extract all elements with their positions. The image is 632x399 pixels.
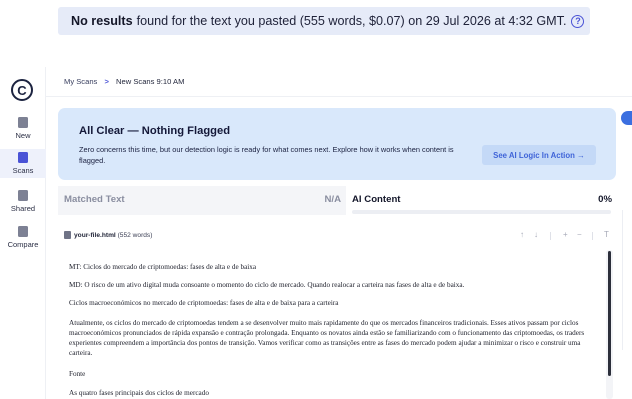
doc-paragraph: As quatro fases principais dos ciclos de… bbox=[69, 389, 209, 397]
new-doc-icon bbox=[18, 117, 28, 128]
see-ai-logic-button[interactable]: See AI Logic In Action → bbox=[482, 145, 596, 165]
sidebar-item-label: Compare bbox=[7, 240, 39, 249]
divider bbox=[550, 232, 551, 240]
tab-value: 0% bbox=[598, 194, 612, 205]
breadcrumb-root[interactable]: My Scans bbox=[64, 77, 97, 86]
tab-matched-text[interactable]: Matched Text N/A bbox=[58, 186, 346, 210]
arrow-up-icon[interactable]: ↑ bbox=[520, 230, 524, 239]
scans-icon bbox=[18, 152, 28, 163]
sidebar-item-compare[interactable]: Compare bbox=[0, 226, 46, 249]
compare-icon bbox=[18, 226, 28, 237]
sidebar-item-label: Shared bbox=[10, 204, 36, 213]
banner-text: found for the text you pasted (555 words… bbox=[136, 14, 567, 28]
shared-folder-icon bbox=[18, 190, 28, 201]
all-clear-subtitle: Zero concerns this time, but our detecti… bbox=[79, 145, 454, 165]
chevron-right-icon: > bbox=[104, 77, 109, 86]
zoom-out-icon[interactable]: − bbox=[577, 230, 582, 239]
sidebar-item-label: Scans bbox=[12, 166, 34, 175]
file-name-text: your-file.html bbox=[74, 232, 116, 239]
file-word-count: (552 words) bbox=[117, 232, 153, 239]
file-icon bbox=[64, 231, 71, 239]
text-format-icon[interactable]: T bbox=[604, 230, 609, 239]
sidebar-item-scans[interactable]: Scans bbox=[0, 149, 46, 178]
tab-label: Matched Text bbox=[64, 194, 125, 205]
arrow-down-icon[interactable]: ↓ bbox=[534, 230, 538, 239]
doc-paragraph: Atualmente, os ciclos do mercado de crip… bbox=[69, 319, 585, 357]
tab-label: AI Content bbox=[352, 194, 401, 205]
breadcrumb: My Scans > New Scans 9:10 AM bbox=[64, 77, 184, 86]
banner-bold-text: No results bbox=[71, 14, 133, 28]
app-logo[interactable]: C bbox=[11, 79, 33, 101]
sidebar-item-shared[interactable]: Shared bbox=[0, 190, 46, 213]
edge-indicator bbox=[621, 111, 632, 125]
divider bbox=[592, 232, 593, 240]
right-rail bbox=[622, 210, 632, 350]
tab-underlay bbox=[58, 210, 346, 215]
top-bar: My Scans > New Scans 9:10 AM bbox=[46, 67, 632, 97]
sidebar: C New Scans Shared Compare bbox=[0, 67, 46, 399]
tab-value: N/A bbox=[324, 194, 341, 205]
file-bar: your-file.html (552 words) ↑ ↓ + − T bbox=[58, 224, 616, 248]
zoom-in-icon[interactable]: + bbox=[563, 230, 568, 239]
doc-paragraph: Ciclos macroeconómicos no mercado de cri… bbox=[69, 299, 339, 307]
question-circle-icon[interactable]: ? bbox=[571, 14, 585, 28]
doc-paragraph: MD: O risco de um ativo digital muda con… bbox=[69, 281, 465, 289]
breadcrumb-current: New Scans 9:10 AM bbox=[116, 77, 185, 86]
page: No results found for the text you pasted… bbox=[0, 0, 632, 399]
results-banner: No results found for the text you pasted… bbox=[58, 7, 590, 35]
sidebar-item-label: New bbox=[15, 131, 31, 140]
doc-paragraph: Fonte bbox=[69, 370, 86, 378]
sidebar-item-new[interactable]: New bbox=[0, 117, 46, 140]
ai-progress-bar bbox=[352, 210, 611, 214]
document-content: MT: Ciclos do mercado de criptomoedas: f… bbox=[58, 258, 603, 399]
all-clear-card: All Clear — Nothing Flagged Zero concern… bbox=[58, 108, 616, 180]
scrollbar-thumb[interactable] bbox=[608, 251, 611, 376]
doc-paragraph: MT: Ciclos do mercado de criptomoedas: f… bbox=[69, 263, 257, 271]
file-name: your-file.html (552 words) bbox=[74, 232, 152, 239]
all-clear-title: All Clear — Nothing Flagged bbox=[79, 125, 231, 137]
tab-ai-content[interactable]: AI Content 0% bbox=[346, 186, 616, 214]
